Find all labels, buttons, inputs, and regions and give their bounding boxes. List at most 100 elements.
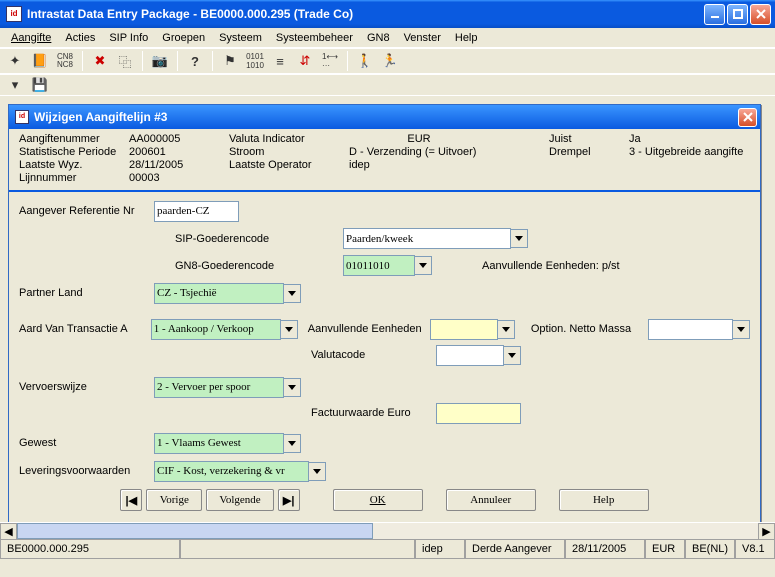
aard-transactie-dropdown-icon[interactable] bbox=[281, 320, 298, 339]
status-role: Derde Aangever bbox=[465, 540, 565, 559]
menu-help[interactable]: Help bbox=[448, 30, 485, 46]
horizontal-scrollbar[interactable]: ◀ ▶ bbox=[0, 522, 775, 539]
stroom-label: Stroom bbox=[229, 146, 349, 158]
juist-label: Juist bbox=[549, 133, 629, 145]
help-button[interactable]: Help bbox=[559, 489, 649, 511]
tool-wand-icon[interactable]: ✦ bbox=[4, 50, 26, 72]
dialog-title-text: Wijzigen Aangiftelijn #3 bbox=[34, 110, 736, 124]
close-button[interactable] bbox=[750, 4, 771, 25]
tool-cn8-icon[interactable]: CN8NC8 bbox=[54, 50, 76, 72]
tool-person2-icon[interactable]: 🏃 bbox=[379, 50, 401, 72]
menubar: Aangifte Acties SIP Info Groepen Systeem… bbox=[0, 28, 775, 48]
status-version: V8.1 bbox=[735, 540, 775, 559]
tool-help-icon[interactable]: ? bbox=[184, 50, 206, 72]
valutacode-input[interactable] bbox=[436, 345, 504, 366]
vervoerswijze-label: Vervoerswijze bbox=[19, 381, 154, 393]
window-titlebar: id Intrastat Data Entry Package - BE0000… bbox=[0, 0, 775, 28]
vervoerswijze-dropdown-icon[interactable] bbox=[284, 378, 301, 397]
client-area: id Wijzigen Aangiftelijn #3 Aangiftenumm… bbox=[0, 96, 775, 559]
leveringsvoorwaarden-dropdown-icon[interactable] bbox=[309, 462, 326, 481]
gn8-goederencode-label: GN8-Goederencode bbox=[175, 260, 343, 272]
menu-groepen[interactable]: Groepen bbox=[155, 30, 212, 46]
sip-goederencode-label: SIP-Goederencode bbox=[175, 233, 343, 245]
scroll-right-icon[interactable]: ▶ bbox=[758, 523, 775, 540]
gn8-goederencode-input[interactable] bbox=[343, 255, 415, 276]
sip-goederencode-input[interactable] bbox=[343, 228, 511, 249]
status-lang: BE(NL) bbox=[685, 540, 735, 559]
tool-option-icon[interactable]: ▾ bbox=[4, 74, 26, 96]
tool-delete-icon[interactable]: ✖ bbox=[89, 50, 111, 72]
drempel-value: 3 - Uitgebreide aangifte bbox=[629, 146, 750, 158]
dialog-titlebar: id Wijzigen Aangiftelijn #3 bbox=[9, 105, 760, 129]
scroll-left-icon[interactable]: ◀ bbox=[0, 523, 17, 540]
vervoerswijze-input[interactable] bbox=[154, 377, 284, 398]
tool-flag-icon[interactable]: ⚑ bbox=[219, 50, 241, 72]
volgende-button[interactable]: Volgende bbox=[206, 489, 273, 511]
periode-label: Statistische Periode bbox=[19, 146, 129, 158]
aangiftenummer-value: AA000005 bbox=[129, 133, 229, 145]
dialog-nav-row: |◀ Vorige Volgende ▶| OK Annuleer Help bbox=[9, 489, 760, 511]
menu-venster[interactable]: Venster bbox=[397, 30, 448, 46]
tool-book-icon[interactable]: 📙 bbox=[29, 50, 51, 72]
sip-goederencode-dropdown-icon[interactable] bbox=[511, 229, 528, 248]
referentie-input[interactable] bbox=[154, 201, 239, 222]
status-date: 28/11/2005 bbox=[565, 540, 645, 559]
operator-value: idep bbox=[349, 159, 549, 171]
gn8-goederencode-dropdown-icon[interactable] bbox=[415, 256, 432, 275]
leveringsvoorwaarden-label: Leveringsvoorwaarden bbox=[19, 465, 154, 477]
dialog-icon: id bbox=[15, 110, 29, 124]
partner-land-label: Partner Land bbox=[19, 287, 154, 299]
operator-label: Laatste Operator bbox=[229, 159, 349, 171]
maximize-button[interactable] bbox=[727, 4, 748, 25]
status-user: idep bbox=[415, 540, 465, 559]
drempel-label: Drempel bbox=[549, 146, 629, 158]
menu-systeem[interactable]: Systeem bbox=[212, 30, 269, 46]
gewest-dropdown-icon[interactable] bbox=[284, 434, 301, 453]
option-netto-massa-dropdown-icon[interactable] bbox=[733, 320, 750, 339]
ok-button[interactable]: OK bbox=[333, 489, 423, 511]
factuurwaarde-input[interactable] bbox=[436, 403, 521, 424]
first-record-button[interactable]: |◀ bbox=[120, 489, 142, 511]
edit-line-dialog: id Wijzigen Aangiftelijn #3 Aangiftenumm… bbox=[8, 104, 761, 524]
status-spacer bbox=[180, 540, 415, 559]
tool-expand-icon[interactable]: 1⟷··· bbox=[319, 50, 341, 72]
tool-copy-icon[interactable]: ⿻ bbox=[114, 50, 136, 72]
status-code: BE0000.000.295 bbox=[0, 540, 180, 559]
stroom-value: D - Verzending (= Uitvoer) bbox=[349, 146, 549, 158]
valutacode-dropdown-icon[interactable] bbox=[504, 346, 521, 365]
menu-acties[interactable]: Acties bbox=[58, 30, 102, 46]
referentie-label: Aangever Referentie Nr bbox=[19, 205, 154, 217]
tool-save-icon[interactable]: 💾 bbox=[29, 74, 51, 96]
aard-transactie-input[interactable] bbox=[151, 319, 281, 340]
vorige-button[interactable]: Vorige bbox=[146, 489, 202, 511]
aanvullende-eenheden-label: Aanvullende Eenheden bbox=[308, 323, 430, 335]
menu-systeembeheer[interactable]: Systeembeheer bbox=[269, 30, 360, 46]
tool-updown-icon[interactable]: ⇵ bbox=[294, 50, 316, 72]
annuleer-button[interactable]: Annuleer bbox=[446, 489, 536, 511]
aanvullende-eenheden-dropdown-icon[interactable] bbox=[498, 320, 515, 339]
tool-camera-icon[interactable]: 📷 bbox=[149, 50, 171, 72]
scroll-thumb[interactable] bbox=[17, 523, 373, 539]
tool-lines-icon[interactable]: ≡ bbox=[269, 50, 291, 72]
app-icon: id bbox=[6, 6, 22, 22]
option-netto-massa-input[interactable] bbox=[648, 319, 733, 340]
dialog-close-button[interactable] bbox=[738, 108, 757, 127]
laatste-wyz-value: 28/11/2005 bbox=[129, 159, 229, 171]
partner-land-dropdown-icon[interactable] bbox=[284, 284, 301, 303]
minimize-button[interactable] bbox=[704, 4, 725, 25]
info-panel: Aangiftenummer AA000005 Valuta Indicator… bbox=[9, 129, 760, 192]
scroll-track[interactable] bbox=[17, 523, 758, 539]
menu-aangifte[interactable]: Aangifte bbox=[4, 30, 58, 46]
tool-person1-icon[interactable]: 🚶 bbox=[354, 50, 376, 72]
aanvullende-eenheden-input[interactable] bbox=[430, 319, 498, 340]
gewest-input[interactable] bbox=[154, 433, 284, 454]
tool-bits-icon[interactable]: 01011010 bbox=[244, 50, 266, 72]
partner-land-input[interactable] bbox=[154, 283, 284, 304]
menu-sipinfo[interactable]: SIP Info bbox=[102, 30, 155, 46]
last-record-button[interactable]: ▶| bbox=[278, 489, 300, 511]
menu-gn8[interactable]: GN8 bbox=[360, 30, 397, 46]
periode-value: 200601 bbox=[129, 146, 229, 158]
juist-value: Ja bbox=[629, 133, 750, 145]
leveringsvoorwaarden-input[interactable] bbox=[154, 461, 309, 482]
toolbar-1: ✦ 📙 CN8NC8 ✖ ⿻ 📷 ? ⚑ 01011010 ≡ ⇵ 1⟷··· … bbox=[0, 48, 775, 74]
